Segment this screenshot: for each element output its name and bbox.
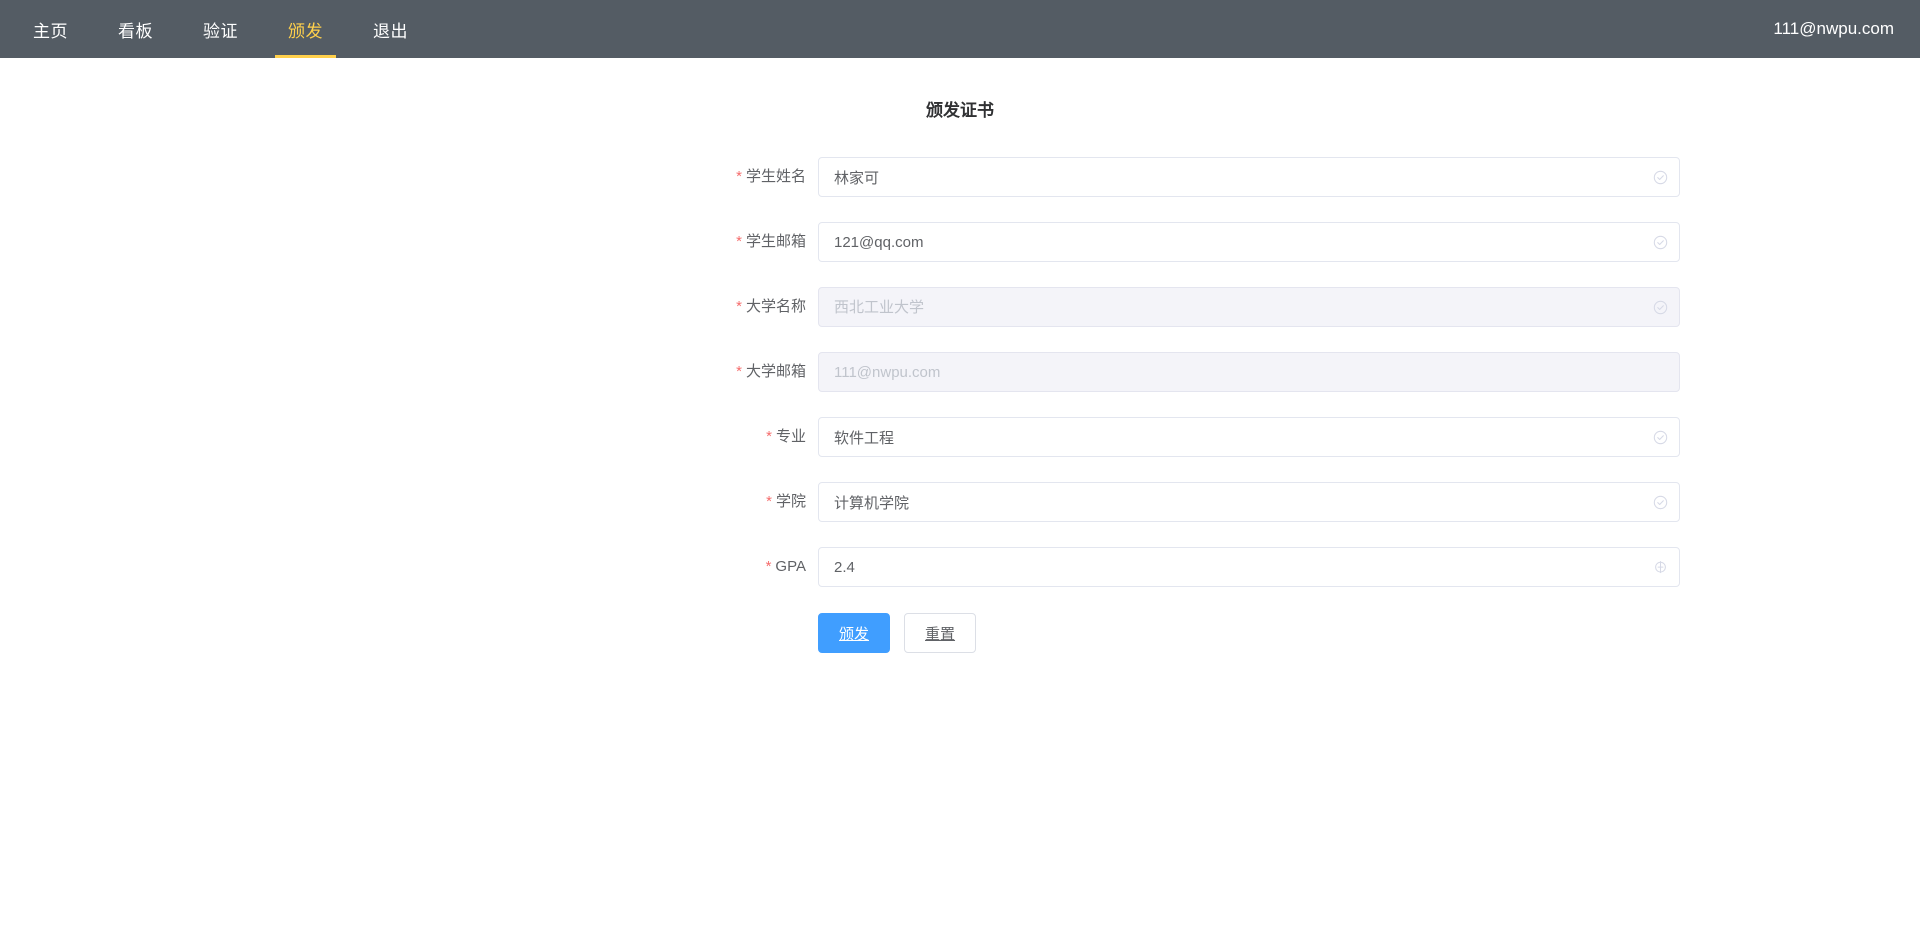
label-gpa: * GPA: [240, 547, 818, 587]
field-wrap-gpa: [818, 547, 1680, 587]
university-name-input: [818, 287, 1680, 327]
nav-item-label: 验证: [203, 21, 238, 41]
page-title: 颁发证书: [926, 101, 994, 120]
label-university-email: * 大学邮箱: [240, 352, 818, 392]
required-asterisk: *: [736, 233, 742, 250]
nav-item-issue[interactable]: 颁发: [263, 0, 348, 58]
required-asterisk: *: [736, 298, 742, 315]
form-row-student-name: * 学生姓名: [240, 157, 1680, 197]
label-student-email: * 学生邮箱: [240, 222, 818, 262]
field-wrap-university-name: [818, 287, 1680, 327]
issue-certificate-form: *学生姓名 *学生邮箱: [240, 157, 1680, 653]
nav-item-label: 看板: [118, 21, 153, 41]
required-asterisk: *: [736, 168, 742, 185]
required-asterisk: *: [765, 558, 772, 575]
required-asterisk: *: [766, 428, 772, 445]
college-input[interactable]: [818, 482, 1680, 522]
field-wrap-major: [818, 417, 1680, 457]
field-wrap-student-name: [818, 157, 1680, 197]
label-text: 学院: [775, 493, 806, 510]
form-row-gpa: * GPA: [240, 547, 1680, 587]
nav-item-dashboard[interactable]: 看板: [93, 0, 178, 58]
nav-item-label: 退出: [373, 21, 408, 41]
label-university-name: * 大学名称: [240, 287, 818, 327]
nav-item-home[interactable]: 主页: [8, 0, 93, 58]
form-actions: 颁发 重置: [240, 613, 1680, 653]
user-email-label: 111@nwpu.com: [1773, 19, 1894, 38]
field-wrap-student-email: [818, 222, 1680, 262]
label-text: 学生邮箱: [745, 233, 806, 250]
student-email-input[interactable]: [818, 222, 1680, 262]
label-text: 大学邮箱: [745, 363, 806, 380]
current-user-email[interactable]: 111@nwpu.com: [1773, 0, 1920, 58]
student-name-input[interactable]: [818, 157, 1680, 197]
nav-item-label: 颁发: [288, 21, 323, 41]
nav-item-list: 主页 看板 验证 颁发 退出: [0, 0, 433, 58]
nav-item-label: 主页: [33, 21, 68, 41]
field-wrap-university-email: [818, 352, 1680, 392]
main-content: 颁发证书 *学生姓名 *学生邮箱: [0, 58, 1920, 653]
form-row-college: * 学院: [240, 482, 1680, 522]
label-college: * 学院: [240, 482, 818, 522]
required-asterisk: *: [736, 363, 742, 380]
field-wrap-college: [818, 482, 1680, 522]
issue-button[interactable]: 颁发: [818, 613, 891, 653]
gpa-input[interactable]: [818, 547, 1680, 587]
nav-item-logout[interactable]: 退出: [348, 0, 433, 58]
label-text: 专业: [775, 428, 806, 445]
form-row-student-email: * 学生邮箱: [240, 222, 1680, 262]
major-input[interactable]: [818, 417, 1680, 457]
nav-item-verify[interactable]: 验证: [178, 0, 263, 58]
form-row-university-name: * 大学名称: [240, 287, 1680, 327]
form-row-university-email: * 大学邮箱: [240, 352, 1680, 392]
form-row-major: * 专业: [240, 417, 1680, 457]
university-email-input: [818, 352, 1680, 392]
label-major: * 专业: [240, 417, 818, 457]
label-text: GPA: [775, 558, 806, 575]
label-text: 大学名称: [745, 298, 806, 315]
label-student-name: * 学生姓名: [240, 157, 818, 197]
top-navbar: 主页 看板 验证 颁发 退出 111@nwpu.com: [0, 0, 1920, 58]
reset-button[interactable]: 重置: [904, 613, 977, 653]
required-asterisk: *: [766, 493, 772, 510]
label-text: 学生姓名: [745, 168, 806, 185]
